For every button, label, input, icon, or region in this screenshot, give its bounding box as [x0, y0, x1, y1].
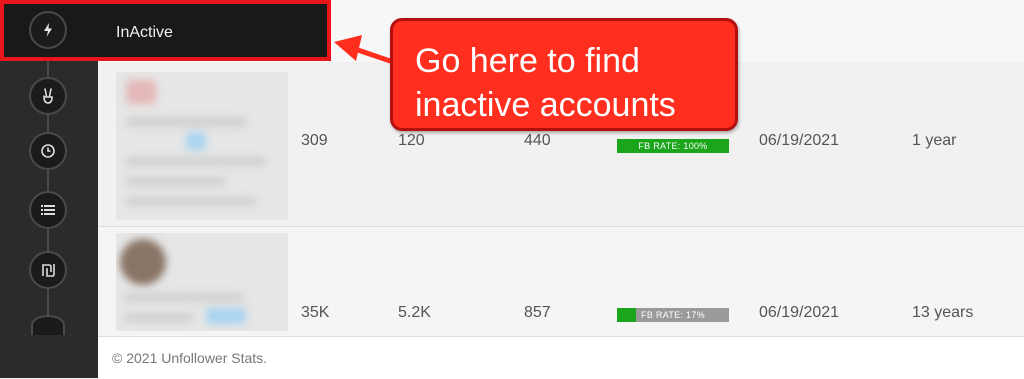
- fb-rate-label: FB RATE: 17%: [641, 310, 705, 320]
- sidebar-item-inactive-button[interactable]: [29, 11, 67, 49]
- cell-date: 06/19/2021: [759, 132, 840, 149]
- footer: © 2021 Unfollower Stats.: [98, 336, 1024, 379]
- profile-thumbnail-blurred: [116, 72, 288, 220]
- fb-rate-label: FB RATE: 100%: [638, 141, 708, 151]
- table-row[interactable]: 35K 5.2K 857 FB RATE: 17% 06/19/2021 13 …: [98, 227, 1024, 337]
- clock-icon: [41, 144, 55, 158]
- cell-col3: 857: [524, 304, 551, 321]
- profile-thumbnail-blurred: [116, 233, 288, 331]
- cell-date: 06/19/2021: [759, 304, 840, 321]
- bolt-icon: [44, 23, 52, 37]
- fb-rate-bar: FB RATE: 100%: [617, 139, 729, 153]
- cell-col1: 309: [301, 132, 328, 149]
- list-icon: [41, 205, 55, 215]
- cell-col2: 120: [398, 132, 425, 149]
- cell-col2: 5.2K: [398, 304, 431, 321]
- sidebar-item-partial[interactable]: [31, 315, 65, 335]
- callout-text: Go here to find inactive accounts: [415, 39, 676, 127]
- sidebar-item-history[interactable]: [29, 132, 67, 170]
- shekel-icon: [42, 264, 55, 277]
- callout-line-2: inactive accounts: [415, 86, 676, 124]
- annotation-callout: Go here to find inactive accounts: [390, 18, 738, 131]
- sidebar-item-list[interactable]: [29, 191, 67, 229]
- sidebar-item-inactive[interactable]: InActive: [0, 0, 331, 61]
- cell-col1: 35K: [301, 304, 330, 321]
- sidebar-item-peace[interactable]: [29, 77, 67, 115]
- fb-rate-bar: FB RATE: 17%: [617, 308, 729, 322]
- copyright-text: © 2021 Unfollower Stats.: [112, 350, 268, 366]
- peace-hand-icon: [43, 88, 53, 104]
- sidebar-item-inactive-label: InActive: [116, 24, 173, 41]
- cell-account-age: 13 years: [912, 304, 974, 321]
- fb-rate-fill: [617, 308, 637, 322]
- cell-account-age: 1 year: [912, 132, 957, 149]
- callout-line-1: Go here to find: [415, 42, 640, 80]
- cell-col3: 440: [524, 132, 551, 149]
- sidebar-item-currency[interactable]: [29, 251, 67, 289]
